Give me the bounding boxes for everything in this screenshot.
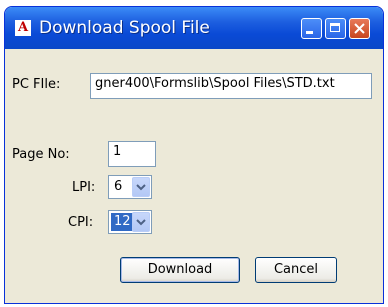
chevron-down-icon [136, 219, 146, 226]
download-spool-file-dialog: A Download Spool File PC FIle: gner400\F… [4, 6, 384, 304]
minimize-button[interactable] [301, 18, 322, 39]
lpi-value: 6 [114, 179, 123, 194]
lpi-select[interactable]: 6 [108, 175, 152, 199]
pc-file-label: PC FIle: [12, 77, 61, 92]
maximize-button[interactable] [325, 18, 346, 39]
cancel-button[interactable]: Cancel [255, 257, 337, 283]
page-no-input[interactable]: 1 [108, 141, 156, 167]
title-bar[interactable]: A Download Spool File [5, 7, 383, 49]
lpi-label: LPI: [72, 180, 96, 195]
cpi-label: CPI: [68, 215, 94, 230]
close-button[interactable] [349, 18, 370, 39]
lpi-dropdown-button[interactable] [132, 177, 150, 197]
cpi-select[interactable]: 12 [108, 210, 152, 234]
close-icon [354, 23, 365, 34]
cpi-dropdown-button[interactable] [132, 212, 150, 232]
pc-file-input[interactable]: gner400\Formslib\Spool Files\STD.txt [90, 73, 372, 99]
window-title: Download Spool File [39, 18, 210, 38]
page-no-label: Page No: [12, 147, 70, 162]
app-logo-icon: A [15, 20, 31, 36]
cpi-value: 12 [111, 213, 134, 231]
download-button[interactable]: Download [120, 257, 240, 283]
chevron-down-icon [136, 184, 146, 191]
